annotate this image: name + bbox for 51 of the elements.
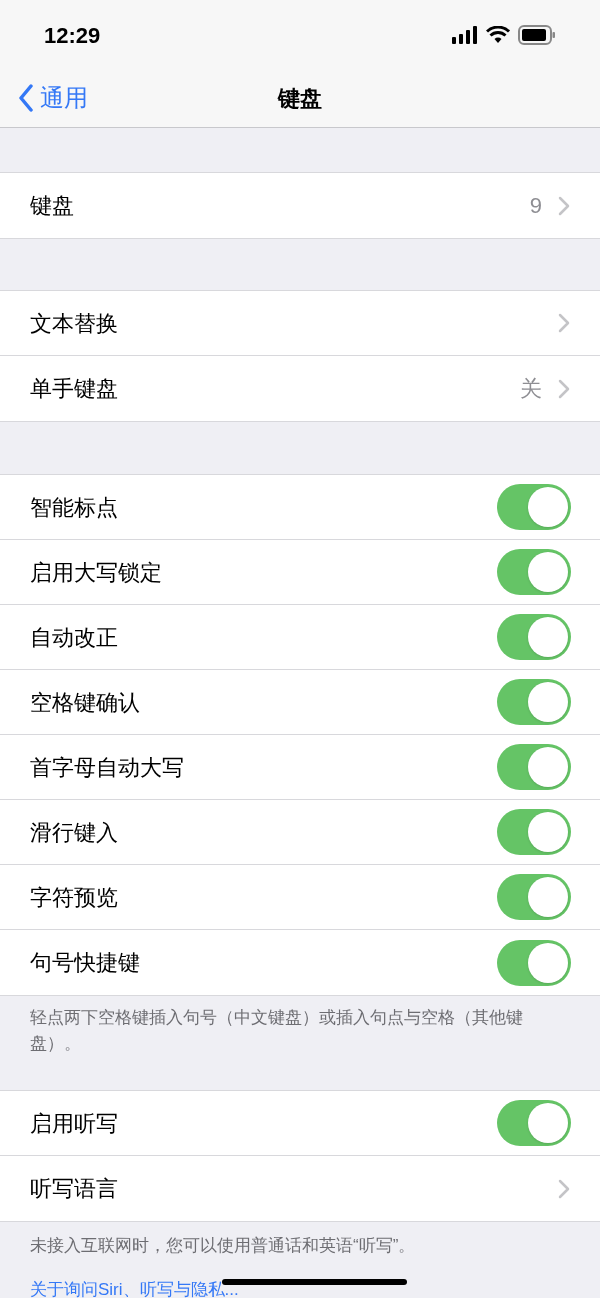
settings-row[interactable]: 句号快捷键 (0, 930, 600, 995)
settings-row[interactable]: 自动改正 (0, 605, 600, 670)
toggle-switch[interactable] (497, 939, 571, 986)
row-value: 9 (529, 192, 542, 220)
toggle-switch[interactable] (497, 744, 571, 790)
toggle-switch[interactable] (497, 549, 571, 595)
settings-row[interactable]: 文本替换 (0, 291, 600, 356)
settings-row[interactable]: 首字母自动大写 (0, 735, 600, 800)
row-value: 关 (520, 375, 542, 403)
row-label: 字符预览 (30, 883, 119, 912)
row-label: 文本替换 (30, 309, 119, 338)
chevron-icon (558, 313, 570, 333)
settings-row[interactable]: 听写语言 (0, 1156, 600, 1221)
row-label: 启用大写锁定 (30, 558, 163, 587)
settings-row[interactable]: 字符预览 (0, 865, 600, 930)
page-title: 键盘 (278, 85, 322, 113)
wifi-icon (486, 26, 510, 44)
row-label: 自动改正 (30, 623, 119, 652)
signal-icon (452, 26, 478, 44)
toggle-switch[interactable] (497, 679, 571, 725)
toggle-switch[interactable] (497, 1100, 571, 1146)
settings-row[interactable]: 滑行键入 (0, 800, 600, 865)
footer-note: 未接入互联网时，您可以使用普通话和英语“听写”。 (29, 1235, 417, 1257)
chevron-icon (558, 195, 570, 216)
row-label: 单手键盘 (30, 375, 119, 403)
back-button[interactable]: 通用 (18, 80, 88, 116)
settings-row[interactable]: 空格键确认 (0, 670, 600, 735)
settings-row[interactable]: 启用大写锁定 (0, 540, 600, 605)
footer-note: 轻点两下空格键插入句号（中文键盘）或插入句点与空格（其他键盘）。 (29, 1007, 524, 1055)
row-label: 首字母自动大写 (30, 753, 185, 782)
row-label: 键盘 (30, 192, 75, 220)
row-label: 智能标点 (30, 493, 119, 522)
battery-icon (518, 25, 556, 45)
row-label: 听写语言 (30, 1175, 119, 1203)
toggle-switch[interactable] (497, 809, 571, 855)
row-label: 启用听写 (30, 1109, 119, 1138)
status-time: 12:29 (44, 21, 101, 50)
row-label: 滑行键入 (30, 818, 119, 847)
settings-row[interactable]: 单手键盘 关 (0, 356, 600, 421)
settings-row[interactable]: 智能标点 (0, 475, 600, 540)
toggle-switch[interactable] (497, 874, 571, 920)
privacy-link[interactable]: 关于询问Siri、听写与隐私... (0, 1259, 600, 1298)
settings-row[interactable]: 键盘 9 (0, 173, 600, 238)
row-label: 句号快捷键 (30, 949, 141, 977)
settings-row[interactable]: 启用听写 (0, 1091, 600, 1156)
toggle-switch[interactable] (497, 484, 571, 530)
chevron-icon (558, 378, 570, 399)
toggle-switch[interactable] (497, 614, 571, 660)
row-label: 空格键确认 (30, 688, 141, 717)
back-chevron-icon (18, 84, 34, 112)
chevron-icon (558, 1178, 570, 1199)
